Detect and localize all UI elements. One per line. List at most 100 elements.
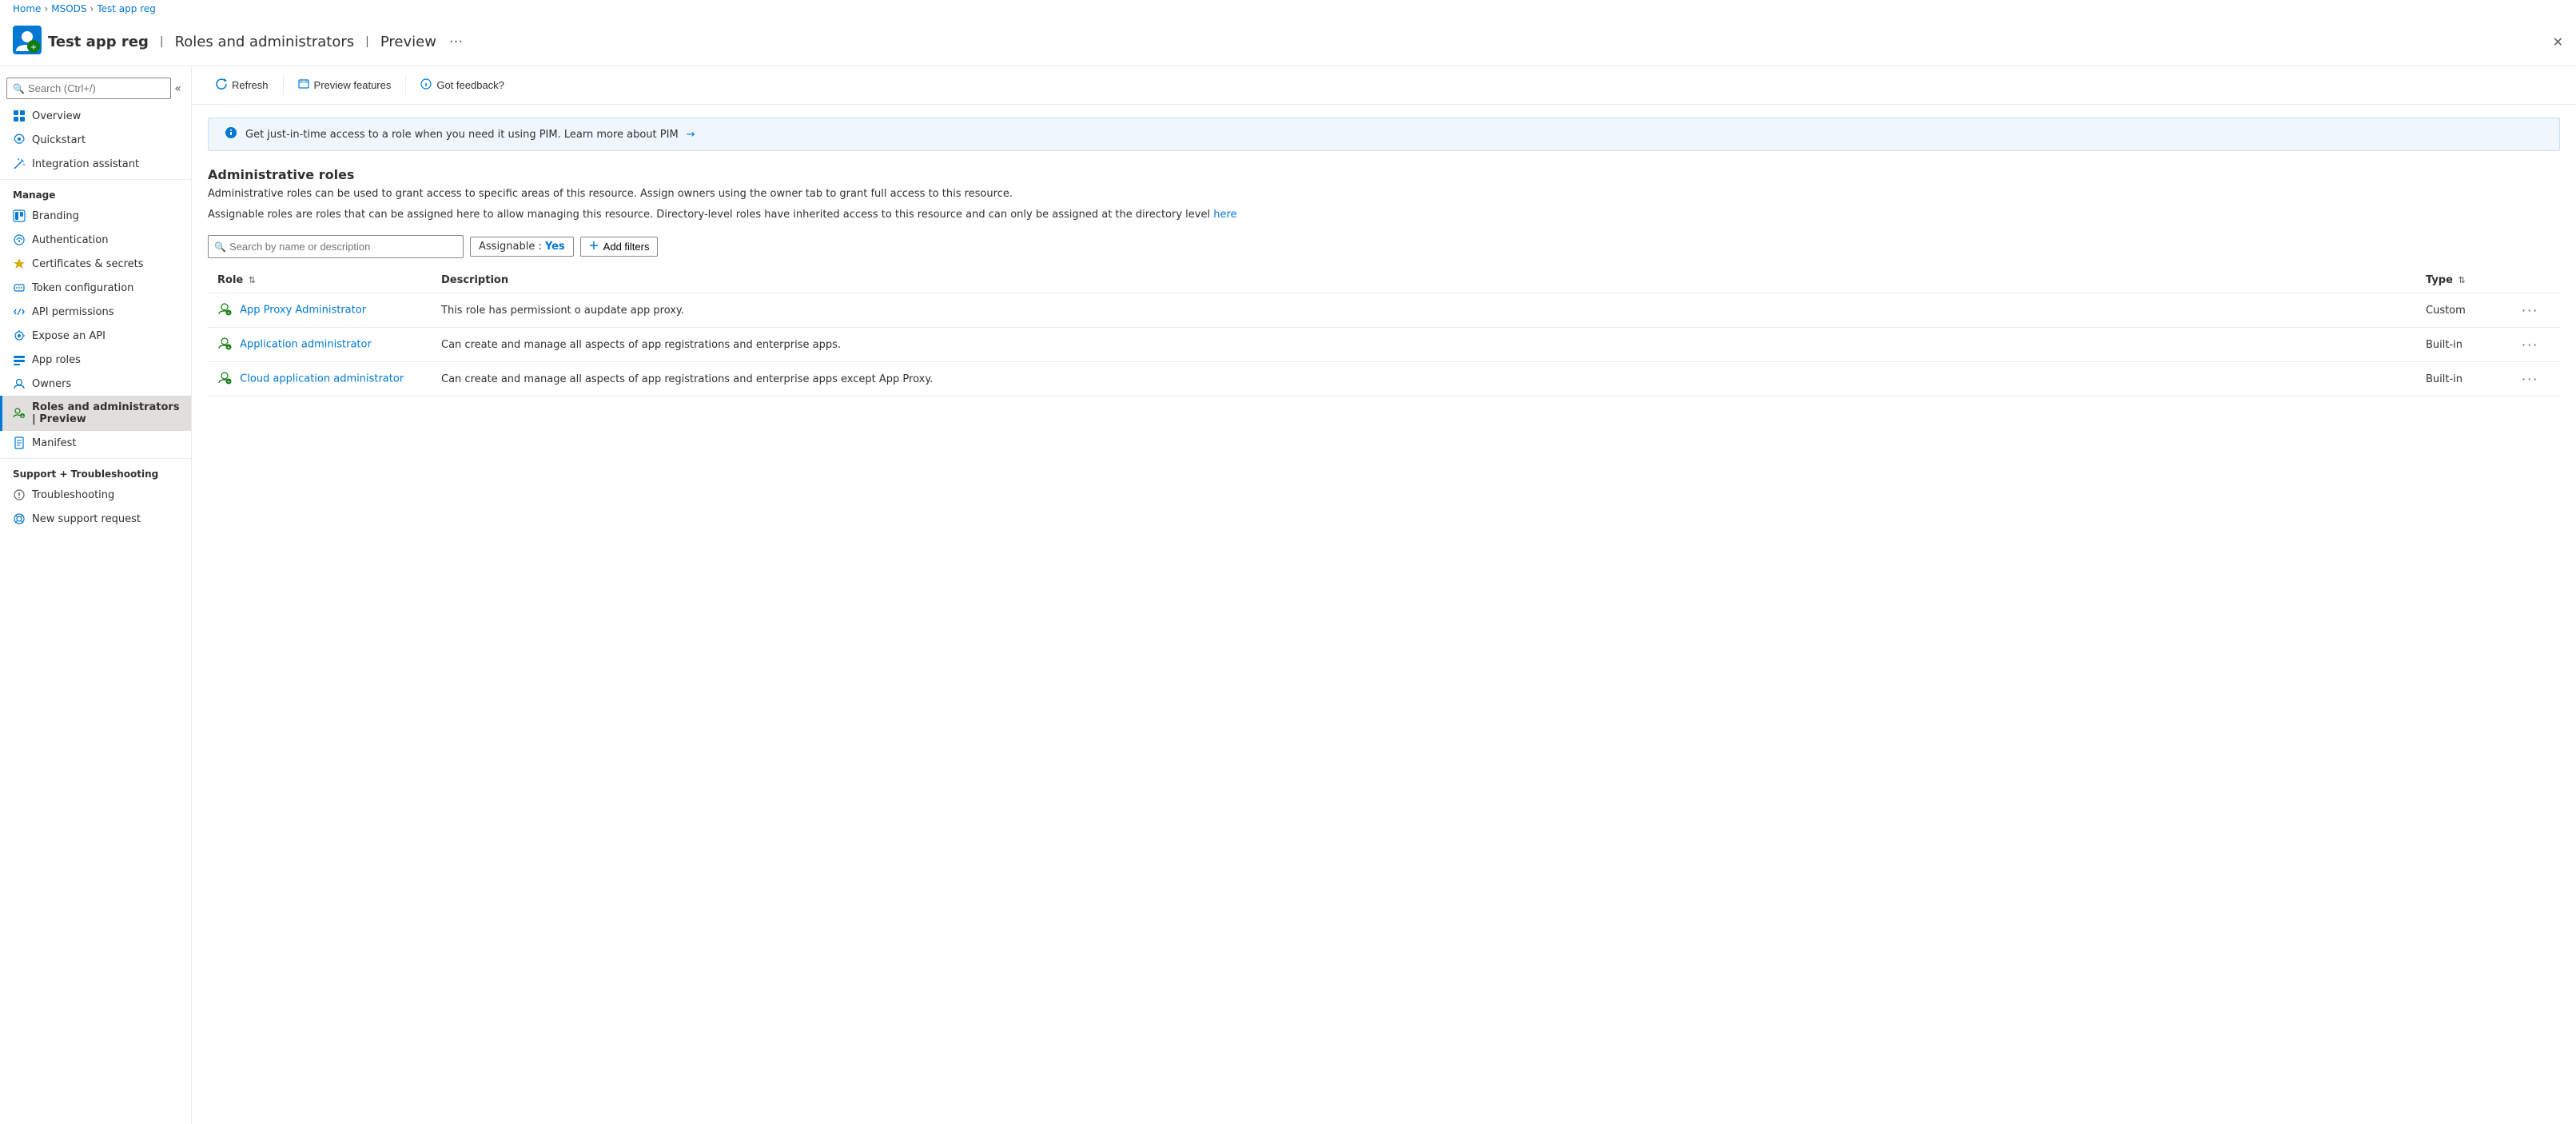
sidebar-item-app-roles[interactable]: App roles: [0, 348, 191, 372]
sidebar-item-troubleshooting[interactable]: Troubleshooting: [0, 483, 191, 507]
row-actions-button[interactable]: ···: [2522, 337, 2538, 353]
role-icon: +: [217, 336, 232, 353]
sidebar: 🔍 « Overview Quickstart Integration assi…: [0, 66, 192, 1124]
description-cell: Can create and manage all aspects of app…: [432, 362, 2416, 397]
sidebar-item-label-token: Token configuration: [32, 282, 133, 294]
sidebar-item-manifest[interactable]: Manifest: [0, 431, 191, 455]
sidebar-item-label-authentication: Authentication: [32, 234, 108, 246]
sort-type-button[interactable]: ⇅: [2456, 275, 2467, 285]
section-desc2: Assignable roles are roles that can be a…: [208, 208, 2560, 222]
sidebar-item-label-manifest: Manifest: [32, 437, 76, 449]
preview-features-button[interactable]: Preview features: [290, 74, 400, 96]
sidebar-item-new-support-request[interactable]: New support request: [0, 507, 191, 531]
sidebar-item-owners[interactable]: Owners: [0, 372, 191, 396]
got-feedback-button[interactable]: Got feedback?: [412, 74, 512, 96]
col-header-description: Description: [432, 268, 2416, 293]
role-search-input[interactable]: [208, 235, 464, 258]
svg-text:+: +: [30, 43, 37, 52]
sidebar-item-label-branding: Branding: [32, 210, 79, 222]
table-row: + App Proxy Administrator This role has …: [208, 293, 2560, 328]
sidebar-search-icon: 🔍: [13, 83, 25, 94]
manage-section-label: Manage: [0, 179, 191, 204]
rocket-icon: [13, 134, 26, 146]
info-banner-text: Get just-in-time access to a role when y…: [245, 129, 679, 141]
token-icon: [13, 281, 26, 294]
header-subtitle: Roles and administrators: [175, 34, 355, 50]
filters-row: 🔍 Assignable : Yes Add filters: [208, 235, 2560, 258]
role-cell: + App Proxy Administrator: [208, 293, 432, 328]
sidebar-item-label-approles: App roles: [32, 354, 81, 366]
grid-icon: [13, 110, 26, 122]
sidebar-item-roles-administrators[interactable]: + Roles and administrators | Preview: [0, 396, 191, 431]
add-filter-icon: [589, 241, 599, 253]
sort-role-button[interactable]: ⇅: [247, 275, 257, 285]
sidebar-item-overview[interactable]: Overview: [0, 104, 191, 128]
sidebar-item-quickstart[interactable]: Quickstart: [0, 128, 191, 152]
role-name-link[interactable]: App Proxy Administrator: [240, 305, 366, 317]
sidebar-item-token-configuration[interactable]: Token configuration: [0, 276, 191, 300]
roles-icon: +: [13, 407, 26, 420]
info-banner: Get just-in-time access to a role when y…: [208, 118, 2560, 151]
search-wrap: 🔍: [208, 235, 464, 258]
add-filters-button[interactable]: Add filters: [580, 237, 659, 257]
col-header-role: Role ⇅: [208, 268, 432, 293]
cert-icon: [13, 257, 26, 270]
role-name-link[interactable]: Cloud application administrator: [240, 373, 404, 385]
sidebar-item-api-permissions[interactable]: API permissions: [0, 300, 191, 324]
sidebar-item-authentication[interactable]: Authentication: [0, 228, 191, 252]
svg-text:+: +: [227, 380, 230, 385]
main-content: Refresh Preview features Got feedback?: [192, 66, 2576, 1124]
auth-icon: [13, 233, 26, 246]
support-icon: [13, 512, 26, 525]
app-title: Test app reg: [48, 34, 149, 50]
table-row: + Cloud application administrator Can cr…: [208, 362, 2560, 397]
administrative-roles-section: Administrative roles Administrative role…: [192, 151, 2576, 397]
search-icon: 🔍: [214, 241, 226, 253]
breadcrumb-msods[interactable]: MSODS: [51, 3, 86, 14]
role-cell: + Cloud application administrator: [208, 362, 432, 397]
sidebar-item-label-overview: Overview: [32, 110, 81, 122]
sidebar-item-label-integration-assistant: Integration assistant: [32, 158, 139, 170]
toolbar: Refresh Preview features Got feedback?: [192, 66, 2576, 105]
breadcrumb-home[interactable]: Home: [13, 3, 41, 14]
collapse-icon[interactable]: «: [174, 82, 181, 95]
sidebar-item-certificates[interactable]: Certificates & secrets: [0, 252, 191, 276]
breadcrumb-current[interactable]: Test app reg: [97, 3, 156, 14]
wand-icon: [13, 157, 26, 170]
breadcrumb-sep1: ›: [44, 3, 48, 14]
sidebar-item-label-troubleshooting: Troubleshooting: [32, 489, 114, 501]
here-link[interactable]: here: [1213, 209, 1236, 221]
close-icon[interactable]: ✕: [2553, 34, 2563, 50]
sidebar-item-branding[interactable]: Branding: [0, 204, 191, 228]
actions-cell: ···: [2512, 293, 2560, 328]
role-name-link[interactable]: Application administrator: [240, 339, 372, 351]
breadcrumb: Home › MSODS › Test app reg: [0, 0, 2576, 18]
approles-icon: [13, 353, 26, 366]
type-cell: Custom: [2416, 293, 2512, 328]
page-header: + Test app reg | Roles and administrator…: [0, 18, 2576, 66]
header-sep1: |: [160, 35, 164, 48]
role-cell: + Application administrator: [208, 328, 432, 362]
row-actions-button[interactable]: ···: [2522, 303, 2538, 318]
info-banner-link[interactable]: →: [687, 129, 695, 141]
role-icon: +: [217, 370, 232, 388]
description-cell: This role has permissiont o aupdate app …: [432, 293, 2416, 328]
row-actions-button[interactable]: ···: [2522, 372, 2538, 387]
actions-cell: ···: [2512, 362, 2560, 397]
support-section-label: Support + Troubleshooting: [0, 458, 191, 483]
type-cell: Built-in: [2416, 328, 2512, 362]
sidebar-search-input[interactable]: [6, 78, 171, 99]
actions-cell: ···: [2512, 328, 2560, 362]
sidebar-item-expose-api[interactable]: Expose an API: [0, 324, 191, 348]
preview-icon: [298, 78, 309, 92]
header-subtitle2: Preview: [380, 34, 436, 50]
sidebar-item-integration-assistant[interactable]: Integration assistant: [0, 152, 191, 176]
table-row: + Application administrator Can create a…: [208, 328, 2560, 362]
header-more-icon[interactable]: ···: [449, 34, 463, 50]
assignable-filter-value: Yes: [545, 241, 565, 253]
refresh-button[interactable]: Refresh: [208, 74, 277, 96]
svg-text:+: +: [227, 345, 230, 350]
toolbar-divider-2: [405, 76, 406, 95]
assignable-filter[interactable]: Assignable : Yes: [470, 237, 574, 257]
svg-text:+: +: [227, 311, 230, 316]
